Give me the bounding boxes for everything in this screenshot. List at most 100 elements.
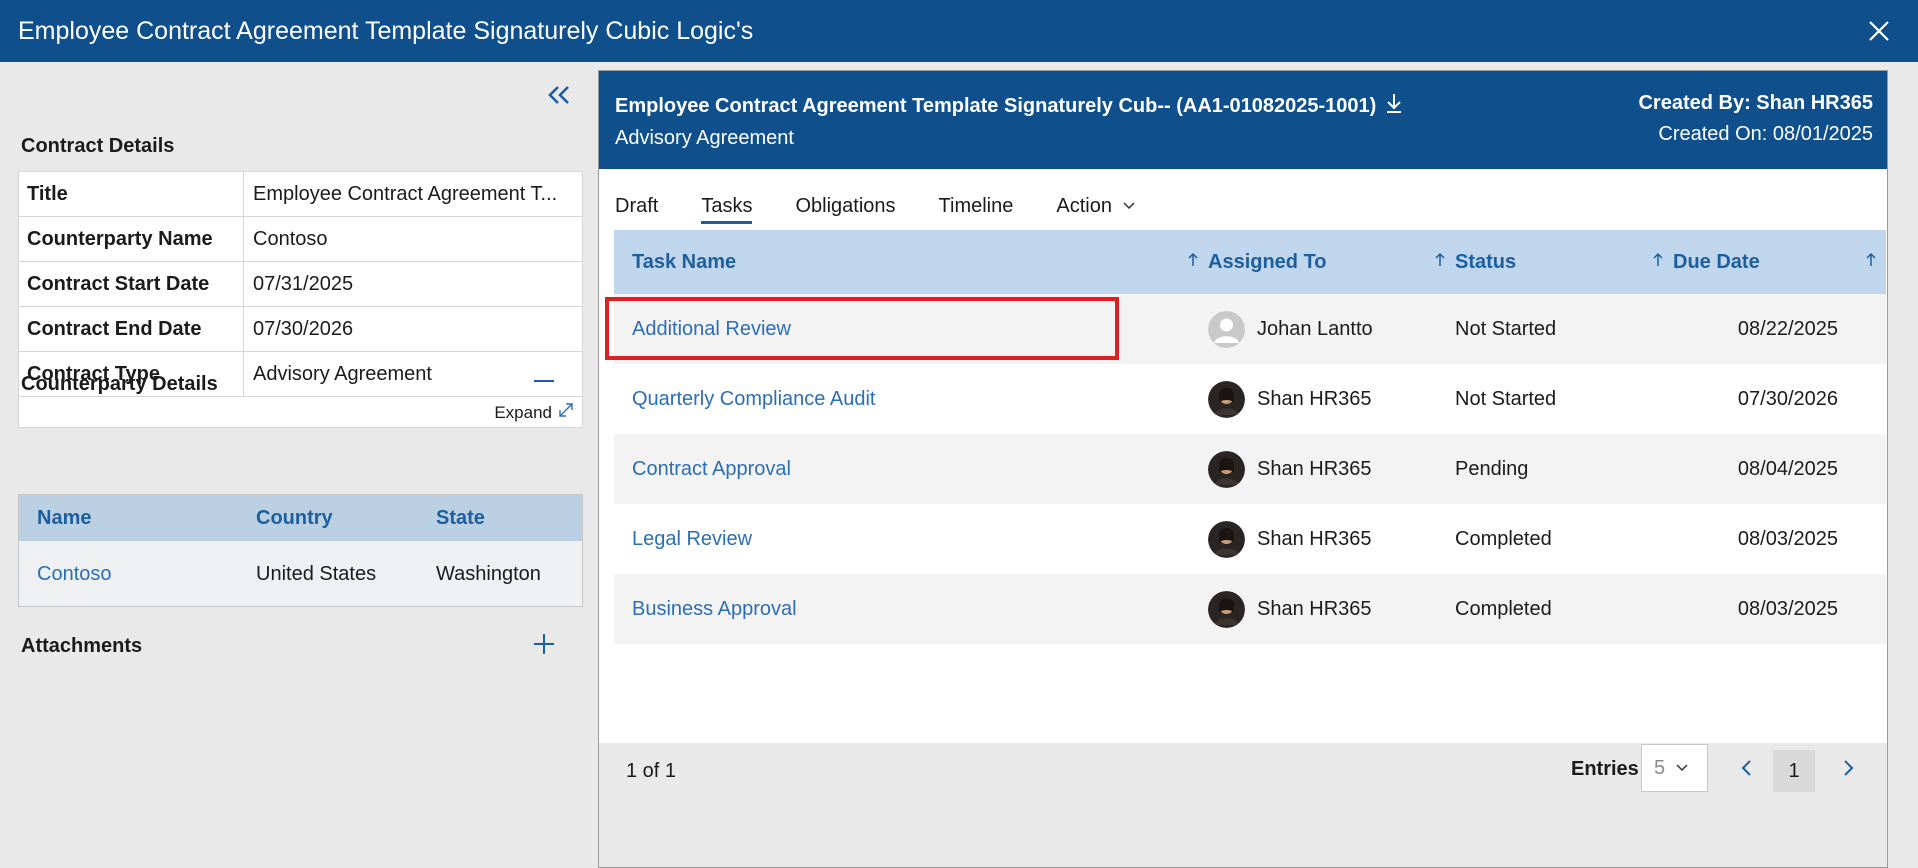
task-status: Completed <box>1455 527 1552 550</box>
window-titlebar: Employee Contract Agreement Template Sig… <box>0 0 1918 62</box>
task-name-link[interactable]: Contract Approval <box>614 458 1208 481</box>
tab-action-label: Action <box>1056 194 1112 217</box>
tab-obligations[interactable]: Obligations <box>795 195 895 224</box>
sort-arrow-icon[interactable] <box>1651 251 1665 274</box>
previous-page-icon[interactable] <box>1735 756 1759 780</box>
detail-row: Counterparty Name Contoso <box>19 217 582 262</box>
counterparty-country: United States <box>256 562 377 585</box>
column-header-state: State <box>436 506 485 529</box>
contract-header-title-row: Employee Contract Agreement Template Sig… <box>615 92 1404 120</box>
tab-action[interactable]: Action <box>1056 195 1136 224</box>
assignee-name: Shan HR365 <box>1257 597 1372 620</box>
column-header-task-name[interactable]: Task Name <box>614 251 1208 274</box>
tasks-content: Draft Tasks Obligations Timeline Action … <box>599 169 1887 792</box>
chevron-down-icon <box>1122 195 1136 218</box>
detail-value: Contoso <box>253 228 328 250</box>
tasks-grid: Task Name Assigned To Status Due Date Ad… <box>614 230 1886 644</box>
detail-label: Title <box>19 172 244 216</box>
avatar <box>1208 520 1245 558</box>
sort-arrow-icon[interactable] <box>1433 251 1447 274</box>
task-due-date: 08/04/2025 <box>1737 457 1838 480</box>
attachments-heading: Attachments <box>21 635 143 657</box>
task-due-date: 08/22/2025 <box>1737 317 1838 340</box>
avatar <box>1208 590 1245 628</box>
tab-timeline[interactable]: Timeline <box>939 195 1014 224</box>
detail-row: Title Employee Contract Agreement T... <box>19 172 582 217</box>
column-header-label: Status <box>1455 250 1517 273</box>
page-number-button[interactable]: 1 <box>1773 750 1815 792</box>
detail-value: 07/31/2025 <box>253 273 354 295</box>
column-header-status[interactable]: Status <box>1455 251 1673 274</box>
column-header-assigned-to[interactable]: Assigned To <box>1208 251 1455 274</box>
assignee: Shan HR365 <box>1208 590 1455 628</box>
detail-value: Employee Contract Agreement T... <box>253 183 558 205</box>
task-name-link[interactable]: Business Approval <box>614 598 1208 621</box>
task-status: Completed <box>1455 597 1552 620</box>
expand-row: Expand <box>19 397 582 427</box>
entries-select[interactable]: 5 <box>1641 744 1708 792</box>
contract-details-heading: Contract Details <box>21 135 175 157</box>
column-header-country: Country <box>256 506 333 529</box>
left-panel: Contract Details Title Employee Contract… <box>0 62 598 868</box>
pagination-footer: 1 of 1 Entries 5 1 <box>599 742 1887 822</box>
assignee: Johan Lantto <box>1208 310 1455 348</box>
counterparty-table-header: Name Country State <box>19 495 582 541</box>
sort-arrow-icon[interactable] <box>1864 251 1878 274</box>
task-name-link[interactable]: Quarterly Compliance Audit <box>614 388 1208 411</box>
download-icon[interactable] <box>1384 92 1404 120</box>
assignee-name: Shan HR365 <box>1257 527 1372 550</box>
task-due-date: 08/03/2025 <box>1737 597 1838 620</box>
column-header-due-date[interactable]: Due Date <box>1673 251 1886 274</box>
table-row: Contract Approval Shan HR365 Pending 08/… <box>614 434 1886 504</box>
assignee: Shan HR365 <box>1208 380 1455 418</box>
table-row: Contoso United States Washington <box>19 541 582 607</box>
tab-tasks[interactable]: Tasks <box>701 195 753 224</box>
task-due-date: 07/30/2026 <box>1737 387 1838 410</box>
contract-header: Employee Contract Agreement Template Sig… <box>599 71 1887 169</box>
next-page-icon[interactable] <box>1836 756 1860 780</box>
detail-label: Counterparty Name <box>19 217 244 261</box>
avatar <box>1208 450 1245 488</box>
assignee: Shan HR365 <box>1208 520 1455 558</box>
created-on: Created On: 08/01/2025 <box>1658 123 1873 145</box>
tab-bar: Draft Tasks Obligations Timeline Action <box>615 189 1179 229</box>
table-row: Business Approval Shan HR365 Completed 0… <box>614 574 1886 644</box>
counterparty-state: Washington <box>436 562 541 585</box>
task-name-link[interactable]: Additional Review <box>614 318 1208 341</box>
window-title: Employee Contract Agreement Template Sig… <box>18 17 754 45</box>
entries-value: 5 <box>1654 756 1666 779</box>
contract-header-subtitle: Advisory Agreement <box>615 127 794 149</box>
created-by: Created By: Shan HR365 <box>1638 92 1873 114</box>
collapse-panel-icon[interactable] <box>544 80 574 110</box>
minus-icon[interactable] <box>530 367 558 395</box>
tab-draft[interactable]: Draft <box>615 195 658 224</box>
assignee-name: Shan HR365 <box>1257 457 1372 480</box>
detail-row: Contract End Date 07/30/2026 <box>19 307 582 352</box>
expand-icon <box>558 402 574 423</box>
detail-label: Contract End Date <box>19 307 244 351</box>
detail-row: Contract Start Date 07/31/2025 <box>19 262 582 307</box>
counterparty-details-heading: Counterparty Details <box>21 373 218 395</box>
counterparty-name-link[interactable]: Contoso <box>19 563 252 586</box>
task-status: Not Started <box>1455 387 1557 410</box>
page-count: 1 of 1 <box>626 760 677 782</box>
table-row: Additional Review Johan Lantto Not Start… <box>614 294 1886 364</box>
task-name-link[interactable]: Legal Review <box>614 528 1208 551</box>
sort-arrow-icon[interactable] <box>1186 251 1200 274</box>
column-header-label: Due Date <box>1673 250 1760 273</box>
expand-button[interactable]: Expand <box>494 402 574 423</box>
avatar <box>1208 310 1245 348</box>
contract-header-title: Employee Contract Agreement Template Sig… <box>615 94 1377 117</box>
detail-value: 07/30/2026 <box>253 318 354 340</box>
chevron-down-icon <box>1675 757 1689 780</box>
add-attachment-icon[interactable] <box>530 630 558 658</box>
entries-label: Entries <box>1571 758 1639 780</box>
close-icon[interactable] <box>1866 18 1892 44</box>
counterparty-table: Name Country State Contoso United States… <box>18 494 583 607</box>
avatar <box>1208 380 1245 418</box>
assignee: Shan HR365 <box>1208 450 1455 488</box>
column-header-label: Assigned To <box>1208 250 1327 273</box>
table-row: Quarterly Compliance Audit Shan HR365 No… <box>614 364 1886 434</box>
assignee-name: Johan Lantto <box>1257 317 1373 340</box>
tasks-grid-header: Task Name Assigned To Status Due Date <box>614 230 1886 294</box>
